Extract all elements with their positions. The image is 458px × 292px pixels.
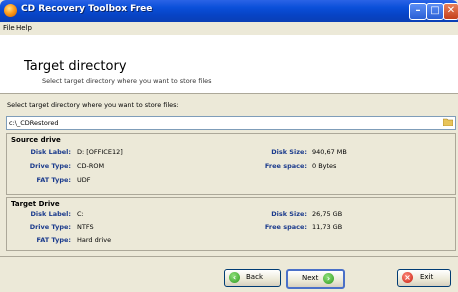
page-subtitle: Select target directory where you want t… [42,77,212,85]
page-title: Target directory [24,59,127,74]
target-drive-type-value: NTFS [77,223,94,231]
title-bar[interactable]: CD Recovery Toolbox Free – □ ✕ [0,0,458,22]
wizard-button-bar: ‹ Back Next › × Exit [0,256,458,292]
exit-icon: × [402,272,413,283]
source-disk-label-value: D: [OFFICE12] [77,148,123,156]
minimize-button[interactable]: – [409,3,427,20]
menu-help[interactable]: Help [16,24,32,32]
menu-file[interactable]: File [3,24,15,32]
source-drive-title: Source drive [11,136,61,144]
target-directory-label: Select target directory where you want t… [7,101,179,109]
target-directory-input[interactable] [9,118,429,127]
target-free-space-value: 11,73 GB [312,223,343,231]
target-fat-type-label: FAT Type: [36,236,71,244]
target-directory-field[interactable] [6,116,456,130]
source-drive-type-value: CD-ROM [77,162,105,170]
source-free-space-value: 0 Bytes [312,162,337,170]
exit-button-label: Exit [420,273,434,281]
target-free-space-label: Free space: [264,223,307,231]
back-button[interactable]: ‹ Back [224,269,281,287]
close-button[interactable]: ✕ [443,3,458,20]
source-drive-type-label: Drive Type: [29,162,71,170]
source-disk-size-label: Disk Size: [271,148,307,156]
folder-icon[interactable] [443,118,453,126]
exit-button[interactable]: × Exit [397,269,451,287]
back-arrow-icon: ‹ [229,272,240,283]
source-fat-type-label: FAT Type: [36,176,71,184]
target-disk-size-value: 26,75 GB [312,210,343,218]
maximize-button[interactable]: □ [426,3,444,20]
window-title: CD Recovery Toolbox Free [21,4,153,14]
wizard-header: Target directory Select target directory… [0,35,458,94]
source-disk-size-value: 940,67 MB [312,148,347,156]
cd-recovery-app-icon [4,4,17,17]
back-button-label: Back [246,273,263,281]
next-arrow-icon: › [323,273,334,284]
target-disk-size-label: Disk Size: [271,210,307,218]
target-drive-type-label: Drive Type: [29,223,71,231]
target-drive-group: Target Drive Disk Label: C: Drive Type: … [6,197,456,251]
target-fat-type-value: Hard drive [77,236,112,244]
source-drive-group: Source drive Disk Label: D: [OFFICE12] D… [6,133,456,195]
target-disk-label-value: C: [77,210,84,218]
source-free-space-label: Free space: [264,162,307,170]
source-disk-label-label: Disk Label: [30,148,72,156]
next-button-label: Next [302,274,319,282]
target-drive-title: Target Drive [11,200,60,208]
menu-bar: File Help [0,22,458,35]
target-disk-label-label: Disk Label: [30,210,72,218]
next-button[interactable]: Next › [286,269,345,289]
source-fat-type-value: UDF [77,176,91,184]
